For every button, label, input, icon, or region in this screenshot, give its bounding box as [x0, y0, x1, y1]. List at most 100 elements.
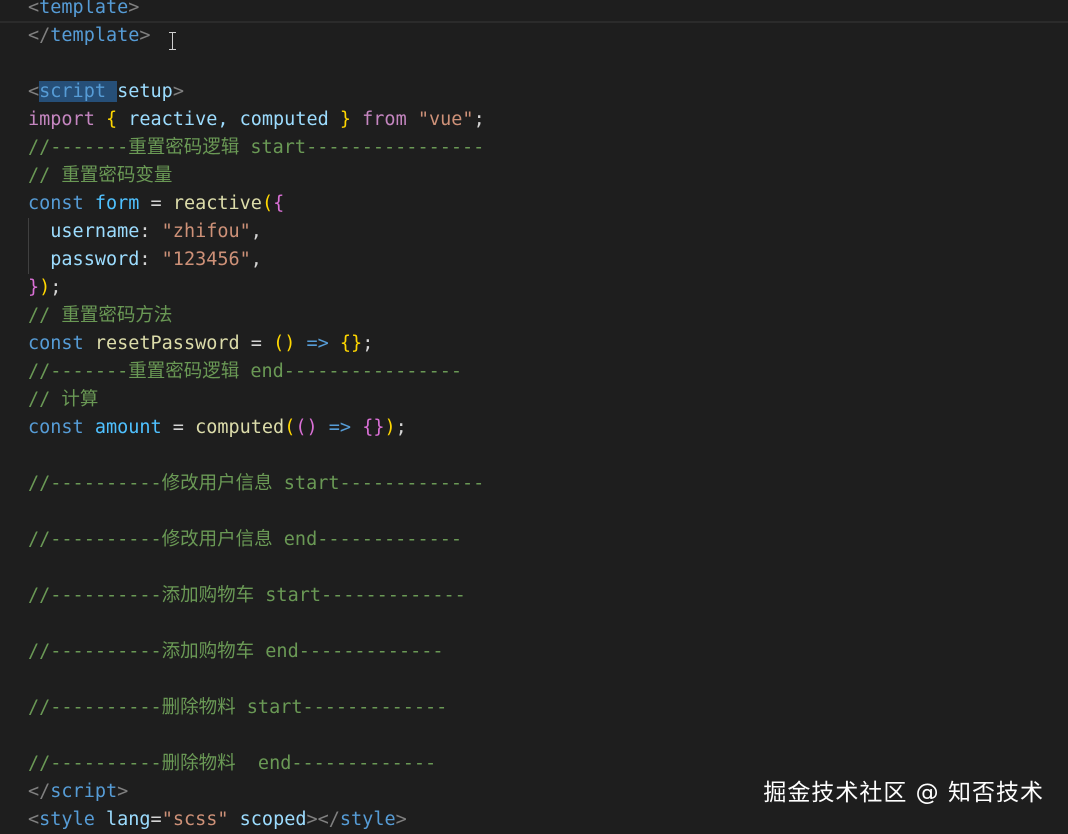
code-token: { — [273, 193, 285, 214]
code-token: ) — [384, 417, 396, 438]
code-token: : — [139, 249, 162, 270]
code-line[interactable]: </template> — [28, 22, 485, 50]
code-line[interactable]: <style lang="scss" scoped></style> — [28, 806, 485, 834]
code-token: { — [105, 109, 118, 130]
code-line[interactable]: // 重置密码变量 — [28, 162, 485, 190]
code-token: => — [328, 417, 352, 438]
code-line[interactable]: // 重置密码方法 — [28, 302, 485, 330]
code-token: //----------添加购物车 start------------- — [28, 585, 466, 606]
code-token: //----------删除物料 end------------- — [28, 753, 437, 774]
code-token: "vue" — [417, 109, 474, 130]
code-token: style — [39, 809, 95, 830]
code-token: "123456" — [161, 249, 251, 270]
code-token: // 重置密码方法 — [28, 305, 173, 326]
code-token: computed — [195, 417, 285, 438]
code-token: reactive, computed — [117, 109, 340, 130]
code-line[interactable] — [28, 50, 485, 78]
code-token: ; — [362, 333, 374, 354]
code-line[interactable]: // 计算 — [28, 386, 485, 414]
code-token: // 计算 — [28, 389, 99, 410]
code-line[interactable] — [28, 666, 485, 694]
code-token: ; — [473, 109, 485, 130]
code-token: setup — [117, 81, 173, 102]
code-token: script — [39, 81, 118, 102]
code-token: < — [28, 81, 40, 102]
code-line[interactable]: //----------修改用户信息 end------------- — [28, 526, 485, 554]
code-token: const — [28, 193, 84, 214]
code-token: from — [362, 109, 407, 130]
code-editor[interactable]: <template> </template> <script setup> impo… — [0, 0, 1068, 830]
code-token: const — [28, 417, 84, 438]
code-token: = — [239, 333, 274, 354]
code-line[interactable]: //----------添加购物车 end------------- — [28, 638, 485, 666]
code-token: //----------修改用户信息 end------------- — [28, 529, 463, 550]
code-line[interactable]: //----------删除物料 end------------- — [28, 750, 485, 778]
code-token: scoped — [239, 809, 307, 830]
code-token: //----------删除物料 start------------- — [28, 697, 448, 718]
code-token: amount — [94, 417, 162, 438]
code-token: username — [28, 221, 140, 242]
code-line[interactable] — [28, 498, 485, 526]
code-line[interactable]: }); — [28, 274, 485, 302]
indent-guide — [28, 246, 29, 274]
code-token: style — [339, 809, 396, 830]
code-line[interactable] — [28, 610, 485, 638]
code-token: ></ — [306, 809, 340, 830]
code-lines[interactable]: <template> </template> <script setup> impo… — [28, 0, 485, 834]
code-token: "zhifou" — [161, 221, 251, 242]
code-line[interactable]: //-------重置密码逻辑 start---------------- — [28, 134, 485, 162]
code-token: password — [28, 249, 140, 270]
code-token: const — [28, 333, 84, 354]
code-token: , — [250, 249, 262, 270]
code-token: () — [295, 417, 318, 438]
code-token: //----------修改用户信息 start------------- — [28, 473, 485, 494]
code-token: </ — [28, 781, 51, 802]
code-line[interactable] — [28, 554, 485, 582]
code-token: // 重置密码变量 — [28, 165, 173, 186]
code-token: = — [161, 417, 196, 438]
code-token: ; — [50, 277, 62, 298]
code-token: </ — [28, 25, 51, 46]
code-token: } — [339, 109, 352, 130]
code-line[interactable]: //----------添加购物车 start------------- — [28, 582, 485, 610]
code-token: //-------重置密码逻辑 start---------------- — [28, 137, 485, 158]
code-line[interactable]: const amount = computed(() => {}); — [28, 414, 485, 442]
code-line[interactable]: <script setup> — [28, 78, 485, 106]
code-line[interactable]: username: "zhifou", — [28, 218, 485, 246]
code-token: {} — [362, 417, 385, 438]
code-line[interactable]: const resetPassword = () => {}; — [28, 330, 485, 358]
i-beam-cursor-icon — [168, 32, 177, 50]
code-line[interactable]: password: "123456", — [28, 246, 485, 274]
code-line[interactable]: </script> — [28, 778, 485, 806]
code-line[interactable]: //----------删除物料 start------------- — [28, 694, 485, 722]
code-token: = — [150, 809, 162, 830]
code-token: template — [39, 0, 129, 18]
code-token: resetPassword — [94, 333, 240, 354]
code-line[interactable]: const form = reactive({ — [28, 190, 485, 218]
code-token: template — [50, 25, 140, 46]
code-line[interactable] — [28, 722, 485, 750]
code-line[interactable]: //-------重置密码逻辑 end---------------- — [28, 358, 485, 386]
code-token: "scss" — [161, 809, 229, 830]
code-line[interactable]: <template> — [28, 0, 485, 22]
code-token: form — [94, 193, 140, 214]
code-line[interactable] — [28, 442, 485, 470]
code-line[interactable]: //----------修改用户信息 start------------- — [28, 470, 485, 498]
code-token: > — [139, 25, 151, 46]
code-token: ) — [39, 277, 51, 298]
code-token: reactive — [172, 193, 262, 214]
code-token: , — [250, 221, 262, 242]
watermark: 掘金技术社区 @ 知否技术 — [763, 780, 1044, 806]
code-token: ; — [395, 417, 407, 438]
code-token: ( — [261, 193, 274, 214]
code-line[interactable]: import { reactive, computed } from "vue"… — [28, 106, 485, 134]
code-token: = — [139, 193, 173, 214]
